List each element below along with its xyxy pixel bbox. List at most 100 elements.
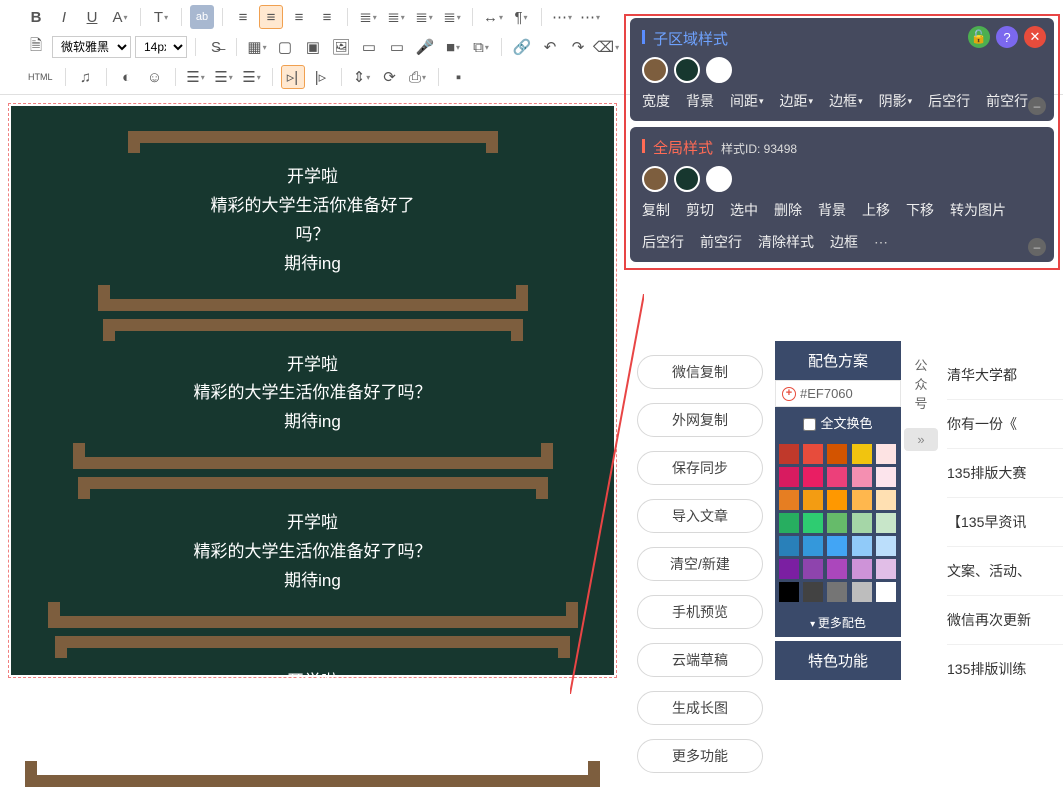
swatch[interactable] <box>803 582 823 602</box>
block-text[interactable]: 开学啦精彩的大学生活你准备好了吗？期待ing <box>25 499 600 602</box>
side-expand[interactable]: » <box>904 428 938 451</box>
global-opt[interactable]: 删除 <box>774 200 802 220</box>
current-color[interactable]: + #EF7060 <box>775 380 901 407</box>
indent-button[interactable]: ≣ <box>356 5 380 29</box>
feature-header[interactable]: 特色功能 <box>775 641 901 680</box>
crop-button[interactable]: ▣ <box>301 35 325 59</box>
swatch[interactable] <box>876 444 896 464</box>
swatch[interactable] <box>827 513 847 533</box>
sub-opt[interactable]: 阴影▾ <box>879 91 913 111</box>
swatch[interactable] <box>779 444 799 464</box>
g-color-darkgreen[interactable] <box>674 166 700 192</box>
tb3-b7[interactable]: ▹| <box>281 65 305 89</box>
swatch[interactable] <box>827 536 847 556</box>
swatch[interactable] <box>827 559 847 579</box>
align-left-button[interactable]: ≡ <box>231 5 255 29</box>
tb3-b9[interactable]: ⇕ <box>350 65 374 89</box>
sub-opt[interactable]: 前空行 <box>986 91 1028 111</box>
global-opt[interactable]: 边框 <box>830 232 858 252</box>
html-button[interactable]: HTML <box>24 65 57 89</box>
tb3-b10[interactable]: ⟳ <box>378 65 402 89</box>
swatch[interactable] <box>852 467 872 487</box>
swatch[interactable] <box>827 444 847 464</box>
g-color-white[interactable] <box>706 166 732 192</box>
misc2-button[interactable]: ⋯ <box>578 5 602 29</box>
right-button[interactable]: 导入文章 <box>637 499 763 533</box>
right-button[interactable]: 手机预览 <box>637 595 763 629</box>
swatch[interactable] <box>876 490 896 510</box>
right-button[interactable]: 保存同步 <box>637 451 763 485</box>
g-minimize-icon[interactable]: – <box>1028 238 1046 256</box>
mic-button[interactable]: 🎤 <box>413 35 437 59</box>
tb3-music-button[interactable]: ♫ <box>74 65 98 89</box>
font-select[interactable]: 微软雅黑 <box>52 36 131 58</box>
swatch[interactable] <box>852 536 872 556</box>
misc1-button[interactable]: ⋯ <box>550 5 574 29</box>
global-opt[interactable]: 清除样式 <box>758 232 814 252</box>
link-button[interactable]: 🔗 <box>510 35 534 59</box>
clear-button[interactable]: ⌫ <box>594 35 618 59</box>
color-darkgreen[interactable] <box>674 57 700 83</box>
full-replace[interactable]: 全文换色 <box>775 407 901 438</box>
redo-button[interactable]: ↷ <box>566 35 590 59</box>
list-button[interactable]: ≣ <box>412 5 436 29</box>
news-item[interactable]: 文案、活动、 <box>947 547 1063 596</box>
editor-block[interactable]: 开学啦精彩的大学生活你准备好了吗？期待ing <box>25 636 600 787</box>
side-gzh[interactable]: 公众号 <box>904 351 938 416</box>
full-replace-checkbox[interactable] <box>803 418 816 431</box>
news-item[interactable]: 135排版大赛 <box>947 449 1063 498</box>
swatch[interactable] <box>779 467 799 487</box>
outdent-button[interactable]: ≣ <box>384 5 408 29</box>
bold-button[interactable]: B <box>24 5 48 29</box>
gallery-button[interactable]: 🖼 <box>329 35 353 59</box>
font-color-button[interactable]: A <box>108 5 132 29</box>
swatch[interactable] <box>852 490 872 510</box>
help-icon[interactable]: ? <box>996 26 1018 48</box>
swatch[interactable] <box>876 559 896 579</box>
sub-opt[interactable]: 间距▾ <box>730 91 764 111</box>
g-color-brown[interactable] <box>642 166 668 192</box>
global-opt[interactable]: 选中 <box>730 200 758 220</box>
tb3-b12[interactable]: ▪ <box>447 65 471 89</box>
tb3-b8[interactable]: |▹ <box>309 65 333 89</box>
tb3-b4[interactable]: ☰ <box>184 65 208 89</box>
swatch[interactable] <box>803 490 823 510</box>
news-item[interactable]: 微信再次更新 <box>947 596 1063 645</box>
file-button[interactable]: 🗎 <box>24 35 48 59</box>
minimize-icon[interactable]: – <box>1028 97 1046 115</box>
right-button[interactable]: 清空/新建 <box>637 547 763 581</box>
media2-button[interactable]: ▭ <box>385 35 409 59</box>
editor-canvas[interactable]: 开学啦精彩的大学生活你准备好了吗？期待ing 开学啦精彩的大学生活你准备好了吗？期… <box>11 106 614 675</box>
strike-button[interactable]: S̶ <box>204 35 228 59</box>
swatch[interactable] <box>803 444 823 464</box>
unlock-icon[interactable]: 🔓 <box>968 26 990 48</box>
global-opt[interactable]: 背景 <box>818 200 846 220</box>
undo-button[interactable]: ↶ <box>538 35 562 59</box>
block-text[interactable]: 开学啦精彩的大学生活你准备好了吗？期待ing <box>25 658 600 761</box>
global-opt[interactable]: 剪切 <box>686 200 714 220</box>
swatch[interactable] <box>876 582 896 602</box>
right-button[interactable]: 外网复制 <box>637 403 763 437</box>
swatch[interactable] <box>827 490 847 510</box>
highlight-button[interactable]: ab <box>190 5 214 29</box>
lineheight-button[interactable]: ≣ <box>440 5 464 29</box>
swatch[interactable] <box>852 559 872 579</box>
block-text[interactable]: 开学啦精彩的大学生活你准备好了吗？期待ing <box>25 341 600 444</box>
news-item[interactable]: 你有一份《 <box>947 400 1063 449</box>
italic-button[interactable]: I <box>52 5 76 29</box>
tb3-b2[interactable]: ◐ <box>115 65 139 89</box>
global-opt[interactable]: 上移 <box>862 200 890 220</box>
swatch[interactable] <box>876 513 896 533</box>
swatch[interactable] <box>876 536 896 556</box>
swatch[interactable] <box>852 444 872 464</box>
swatch[interactable] <box>779 582 799 602</box>
news-item[interactable]: 清华大学都 <box>947 351 1063 400</box>
right-button[interactable]: 生成长图 <box>637 691 763 725</box>
block-text[interactable]: 开学啦精彩的大学生活你准备好了吗？期待ing <box>25 153 600 285</box>
swatch[interactable] <box>779 559 799 579</box>
para-button[interactable]: ¶ <box>509 5 533 29</box>
align-right-button[interactable]: ≡ <box>287 5 311 29</box>
clip-button[interactable]: ⧉ <box>469 35 493 59</box>
news-item[interactable]: 【135早资讯 <box>947 498 1063 547</box>
media1-button[interactable]: ▭ <box>357 35 381 59</box>
